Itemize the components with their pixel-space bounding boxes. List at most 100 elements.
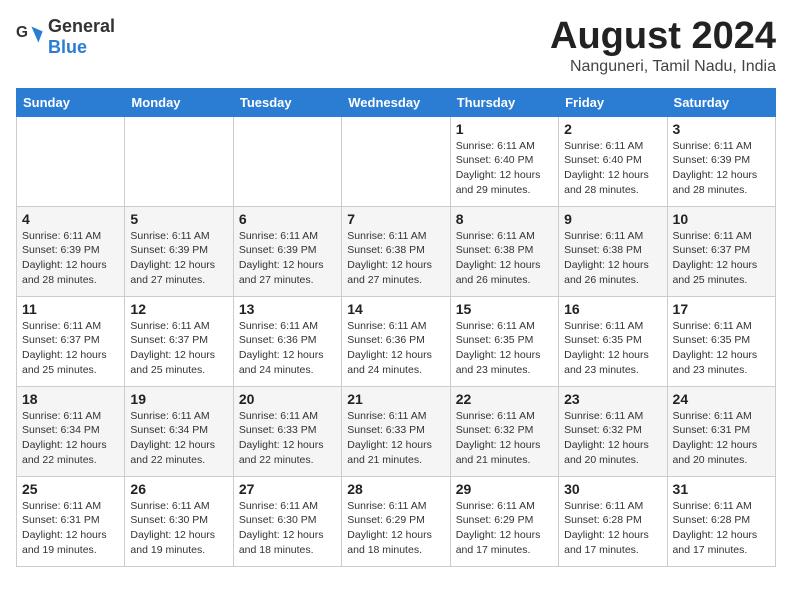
calendar-cell: 17 Sunrise: 6:11 AM Sunset: 6:35 PM Dayli… — [667, 296, 775, 386]
calendar-cell: 19Sunrise: 6:11 AM Sunset: 6:34 PM Dayli… — [125, 386, 233, 476]
calendar-cell: 16 Sunrise: 6:11 AM Sunset: 6:35 PM Dayli… — [559, 296, 667, 386]
day-info: Sunrise: 6:11 AM Sunset: 6:39 PM Dayligh… — [130, 229, 227, 288]
calendar-cell: 20 Sunrise: 6:11 AM Sunset: 6:33 PM Dayli… — [233, 386, 341, 476]
day-info: Sunrise: 6:11 AM Sunset: 6:38 PM Dayligh… — [564, 229, 661, 288]
calendar-cell: 4 Sunrise: 6:11 AM Sunset: 6:39 PM Daylig… — [17, 206, 125, 296]
svg-text:G: G — [16, 24, 28, 41]
calendar-cell: 7Sunrise: 6:11 AM Sunset: 6:38 PM Daylig… — [342, 206, 450, 296]
calendar-cell: 21 Sunrise: 6:11 AM Sunset: 6:33 PM Dayli… — [342, 386, 450, 476]
day-of-week-header: Monday — [125, 88, 233, 116]
day-info: Sunrise: 6:11 AM Sunset: 6:31 PM Dayligh… — [673, 409, 770, 468]
calendar-cell: 10Sunrise: 6:11 AM Sunset: 6:37 PM Dayli… — [667, 206, 775, 296]
day-info: Sunrise: 6:11 AM Sunset: 6:33 PM Dayligh… — [239, 409, 336, 468]
calendar-week-row: 11 Sunrise: 6:11 AM Sunset: 6:37 PM Dayli… — [17, 296, 776, 386]
day-number: 25 — [22, 481, 119, 497]
day-number: 16 — [564, 301, 661, 317]
calendar-cell: 13Sunrise: 6:11 AM Sunset: 6:36 PM Dayli… — [233, 296, 341, 386]
calendar-week-row: 18 Sunrise: 6:11 AM Sunset: 6:34 PM Dayli… — [17, 386, 776, 476]
day-number: 2 — [564, 121, 661, 137]
day-info: Sunrise: 6:11 AM Sunset: 6:29 PM Dayligh… — [456, 499, 553, 558]
calendar-header-row: SundayMondayTuesdayWednesdayThursdayFrid… — [17, 88, 776, 116]
calendar-cell: 5 Sunrise: 6:11 AM Sunset: 6:39 PM Daylig… — [125, 206, 233, 296]
day-of-week-header: Thursday — [450, 88, 558, 116]
day-info: Sunrise: 6:11 AM Sunset: 6:35 PM Dayligh… — [564, 319, 661, 378]
location-title: Nanguneri, Tamil Nadu, India — [550, 58, 776, 76]
calendar-cell: 22Sunrise: 6:11 AM Sunset: 6:32 PM Dayli… — [450, 386, 558, 476]
calendar-cell: 3 Sunrise: 6:11 AM Sunset: 6:39 PM Daylig… — [667, 116, 775, 206]
day-of-week-header: Saturday — [667, 88, 775, 116]
logo-general: General — [48, 16, 115, 36]
title-area: August 2024 Nanguneri, Tamil Nadu, India — [550, 16, 776, 76]
day-info: Sunrise: 6:11 AM Sunset: 6:36 PM Dayligh… — [239, 319, 336, 378]
day-info: Sunrise: 6:11 AM Sunset: 6:37 PM Dayligh… — [673, 229, 770, 288]
calendar-cell: 30Sunrise: 6:11 AM Sunset: 6:28 PM Dayli… — [559, 476, 667, 566]
calendar-table: SundayMondayTuesdayWednesdayThursdayFrid… — [16, 88, 776, 567]
calendar-cell: 12 Sunrise: 6:11 AM Sunset: 6:37 PM Dayli… — [125, 296, 233, 386]
day-number: 5 — [130, 211, 227, 227]
day-number: 1 — [456, 121, 553, 137]
day-info: Sunrise: 6:11 AM Sunset: 6:28 PM Dayligh… — [673, 499, 770, 558]
calendar-cell: 27 Sunrise: 6:11 AM Sunset: 6:30 PM Dayli… — [233, 476, 341, 566]
day-number: 18 — [22, 391, 119, 407]
day-number: 30 — [564, 481, 661, 497]
day-info: Sunrise: 6:11 AM Sunset: 6:39 PM Dayligh… — [22, 229, 119, 288]
day-number: 11 — [22, 301, 119, 317]
day-info: Sunrise: 6:11 AM Sunset: 6:33 PM Dayligh… — [347, 409, 444, 468]
day-number: 4 — [22, 211, 119, 227]
header: G General Blue August 2024 Nanguneri, Ta… — [16, 16, 776, 76]
calendar-cell — [125, 116, 233, 206]
day-number: 24 — [673, 391, 770, 407]
day-number: 27 — [239, 481, 336, 497]
day-number: 12 — [130, 301, 227, 317]
logo-blue: Blue — [48, 37, 87, 57]
calendar-cell: 14 Sunrise: 6:11 AM Sunset: 6:36 PM Dayli… — [342, 296, 450, 386]
day-info: Sunrise: 6:11 AM Sunset: 6:34 PM Dayligh… — [22, 409, 119, 468]
day-number: 6 — [239, 211, 336, 227]
day-info: Sunrise: 6:11 AM Sunset: 6:39 PM Dayligh… — [239, 229, 336, 288]
day-of-week-header: Friday — [559, 88, 667, 116]
day-info: Sunrise: 6:11 AM Sunset: 6:36 PM Dayligh… — [347, 319, 444, 378]
day-info: Sunrise: 6:11 AM Sunset: 6:38 PM Dayligh… — [456, 229, 553, 288]
calendar-cell: 29 Sunrise: 6:11 AM Sunset: 6:29 PM Dayli… — [450, 476, 558, 566]
calendar-cell — [17, 116, 125, 206]
calendar-cell: 1Sunrise: 6:11 AM Sunset: 6:40 PM Daylig… — [450, 116, 558, 206]
calendar-cell — [342, 116, 450, 206]
day-number: 8 — [456, 211, 553, 227]
day-info: Sunrise: 6:11 AM Sunset: 6:31 PM Dayligh… — [22, 499, 119, 558]
calendar-cell — [233, 116, 341, 206]
day-info: Sunrise: 6:11 AM Sunset: 6:30 PM Dayligh… — [239, 499, 336, 558]
calendar-cell: 6 Sunrise: 6:11 AM Sunset: 6:39 PM Daylig… — [233, 206, 341, 296]
day-number: 14 — [347, 301, 444, 317]
day-number: 3 — [673, 121, 770, 137]
day-number: 21 — [347, 391, 444, 407]
day-number: 17 — [673, 301, 770, 317]
calendar-week-row: 1 Sunrise: 6:11 AM Sunset: 6:40 PM Daylig… — [17, 116, 776, 206]
calendar-cell: 26Sunrise: 6:11 AM Sunset: 6:30 PM Dayli… — [125, 476, 233, 566]
day-number: 7 — [347, 211, 444, 227]
calendar-week-row: 25 Sunrise: 6:11 AM Sunset: 6:31 PM Dayli… — [17, 476, 776, 566]
calendar-cell: 25 Sunrise: 6:11 AM Sunset: 6:31 PM Dayli… — [17, 476, 125, 566]
calendar-cell: 23 Sunrise: 6:11 AM Sunset: 6:32 PM Dayli… — [559, 386, 667, 476]
day-info: Sunrise: 6:11 AM Sunset: 6:37 PM Dayligh… — [130, 319, 227, 378]
day-of-week-header: Tuesday — [233, 88, 341, 116]
day-number: 19 — [130, 391, 227, 407]
calendar-cell: 18 Sunrise: 6:11 AM Sunset: 6:34 PM Dayli… — [17, 386, 125, 476]
day-number: 9 — [564, 211, 661, 227]
day-number: 29 — [456, 481, 553, 497]
day-info: Sunrise: 6:11 AM Sunset: 6:32 PM Dayligh… — [564, 409, 661, 468]
calendar-cell: 31Sunrise: 6:11 AM Sunset: 6:28 PM Dayli… — [667, 476, 775, 566]
day-info: Sunrise: 6:11 AM Sunset: 6:37 PM Dayligh… — [22, 319, 119, 378]
day-info: Sunrise: 6:11 AM Sunset: 6:35 PM Dayligh… — [673, 319, 770, 378]
day-number: 26 — [130, 481, 227, 497]
day-number: 23 — [564, 391, 661, 407]
day-info: Sunrise: 6:11 AM Sunset: 6:39 PM Dayligh… — [673, 139, 770, 198]
day-info: Sunrise: 6:11 AM Sunset: 6:40 PM Dayligh… — [564, 139, 661, 198]
logo-icon: G — [16, 23, 44, 51]
calendar-cell: 24 Sunrise: 6:11 AM Sunset: 6:31 PM Dayli… — [667, 386, 775, 476]
day-number: 20 — [239, 391, 336, 407]
month-title: August 2024 — [550, 16, 776, 58]
calendar-week-row: 4 Sunrise: 6:11 AM Sunset: 6:39 PM Daylig… — [17, 206, 776, 296]
calendar-cell: 9 Sunrise: 6:11 AM Sunset: 6:38 PM Daylig… — [559, 206, 667, 296]
day-number: 15 — [456, 301, 553, 317]
calendar-cell: 28Sunrise: 6:11 AM Sunset: 6:29 PM Dayli… — [342, 476, 450, 566]
